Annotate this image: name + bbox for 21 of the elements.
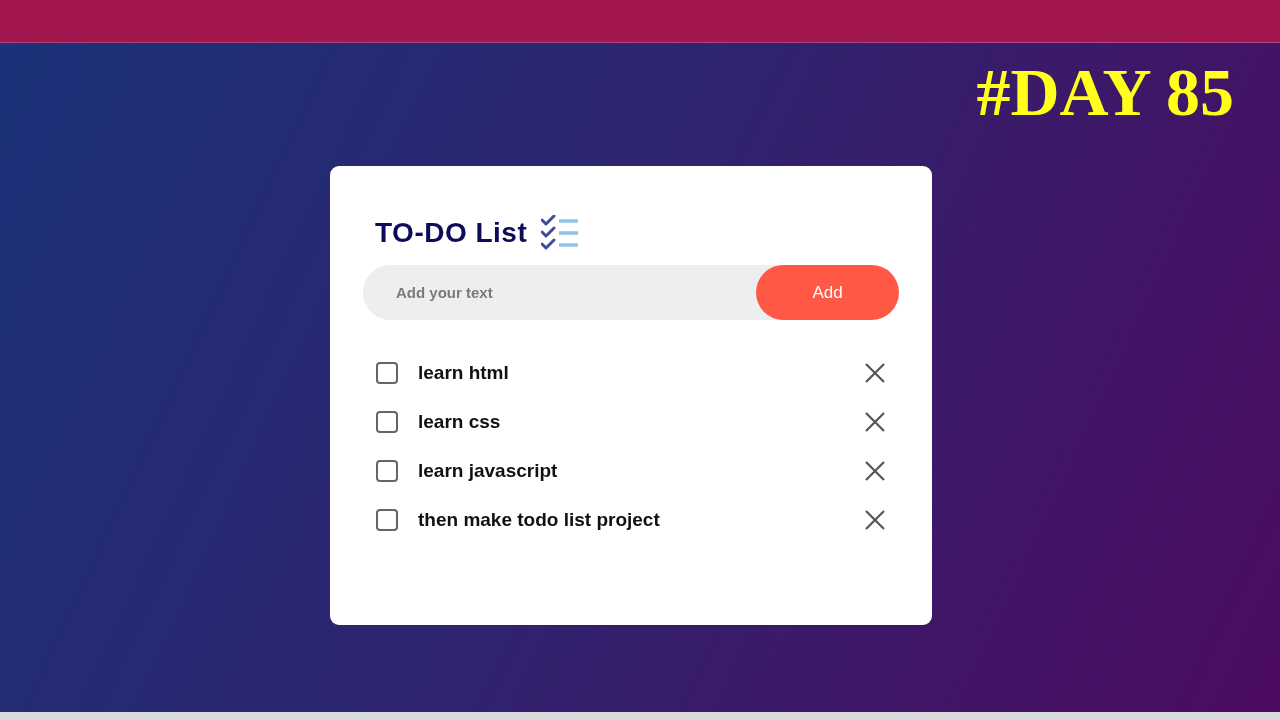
delete-button[interactable]: [864, 508, 886, 531]
close-icon: [865, 460, 885, 481]
card-title: TO-DO List: [375, 219, 528, 247]
task-text: learn javascript: [418, 461, 558, 480]
checkbox[interactable]: [376, 459, 398, 482]
task-text: learn html: [418, 363, 509, 382]
close-icon: [865, 411, 885, 432]
checkbox[interactable]: [376, 508, 398, 531]
add-button[interactable]: Add: [756, 265, 899, 320]
checkbox[interactable]: [376, 410, 398, 433]
delete-button[interactable]: [864, 459, 886, 482]
task-text: then make todo list project: [418, 510, 660, 529]
input-field[interactable]: Add your text: [363, 265, 756, 320]
close-icon: [865, 362, 885, 383]
checklist-icon: [541, 215, 580, 251]
checkbox[interactable]: [376, 361, 398, 384]
delete-button[interactable]: [864, 410, 886, 433]
close-icon: [865, 509, 885, 530]
delete-button[interactable]: [864, 361, 886, 384]
task-text: learn css: [418, 412, 501, 431]
day-heading: #DAY 85: [976, 58, 1234, 126]
